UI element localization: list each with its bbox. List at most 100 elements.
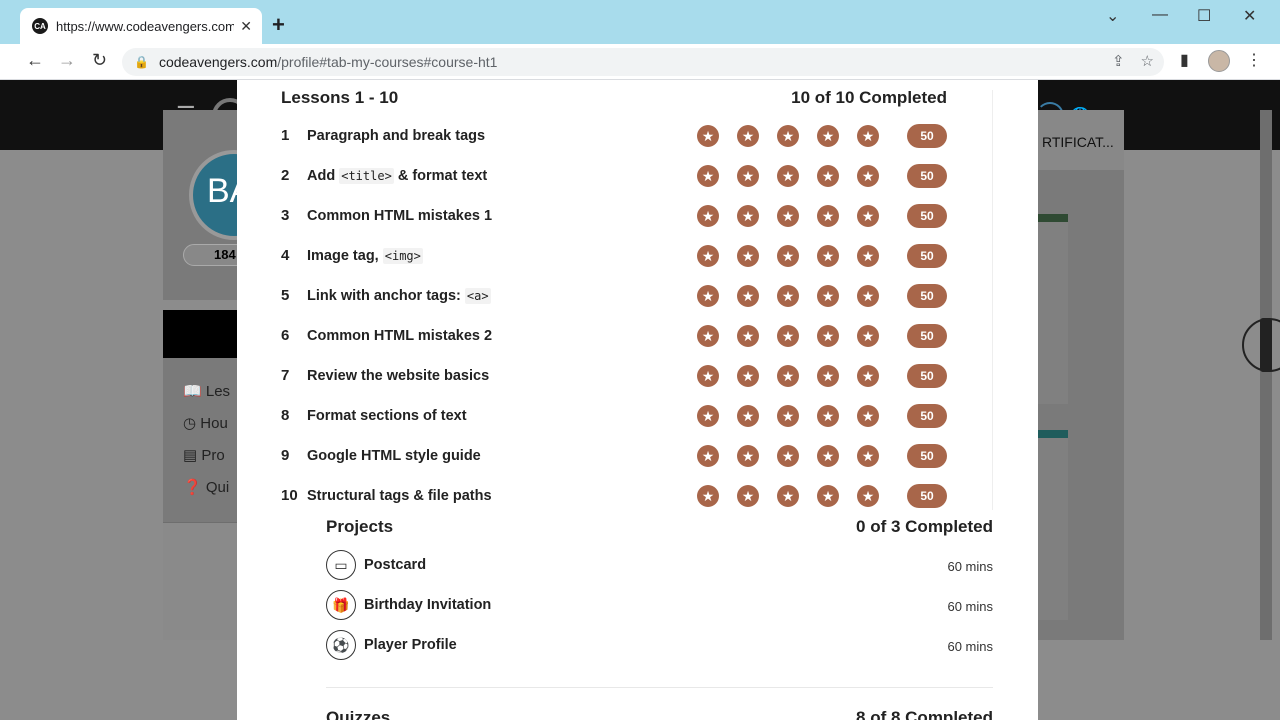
star-icon: ★ <box>777 125 799 147</box>
lesson-row[interactable]: 8 Format sections of text ★ ★ ★ ★ ★ 50 <box>281 401 949 431</box>
lesson-number: 3 <box>281 207 290 224</box>
browser-tab[interactable]: CA https://www.codeavengers.com/p ✕ <box>20 8 262 44</box>
lesson-row[interactable]: 7 Review the website basics ★ ★ ★ ★ ★ 50 <box>281 361 949 391</box>
menu-item-quizzes[interactable]: ❓ Qui <box>183 478 229 496</box>
lesson-score-badge: 50 <box>907 444 947 468</box>
lesson-title[interactable]: Format sections of text <box>307 408 467 424</box>
course-card-bar <box>1038 430 1068 438</box>
lesson-score-badge: 50 <box>907 244 947 268</box>
side-panel-icon[interactable]: ▮ <box>1180 50 1189 70</box>
lesson-title-text: Review the website basics <box>307 368 490 384</box>
menu-item-label: Qui <box>205 479 230 496</box>
divider <box>992 90 993 510</box>
section-divider <box>326 687 993 688</box>
star-icon: ★ <box>817 245 839 267</box>
forward-icon[interactable]: → <box>58 50 76 71</box>
lesson-title[interactable]: Common HTML mistakes 2 <box>307 328 492 344</box>
star-icon: ★ <box>857 445 879 467</box>
lesson-title[interactable]: Link with anchor tags: <a> <box>307 288 491 304</box>
lesson-score-badge: 50 <box>907 164 947 188</box>
url-host: codeavengers.com <box>158 54 278 70</box>
profile-avatar-icon[interactable] <box>1208 50 1230 72</box>
project-row[interactable]: ⚽ Player Profile 60 mins <box>326 630 993 662</box>
lesson-title[interactable]: Structural tags & file paths <box>307 488 492 504</box>
star-icon: ★ <box>777 365 799 387</box>
bookmark-star-icon[interactable]: ☆ <box>1141 52 1154 70</box>
reload-icon[interactable]: ↻ <box>92 50 107 71</box>
lesson-row[interactable]: 10 Structural tags & file paths ★ ★ ★ ★ ★ 50 <box>281 481 949 511</box>
tab-title: https://www.codeavengers.com/p <box>56 18 235 34</box>
star-icon: ★ <box>817 325 839 347</box>
lesson-title-text: Paragraph and break tags <box>307 128 486 144</box>
project-duration: 60 mins <box>947 639 993 654</box>
close-window-icon[interactable]: ✕ <box>1243 6 1256 26</box>
menu-item-projects[interactable]: ▤ Pro <box>183 446 225 464</box>
star-icon: ★ <box>697 485 719 507</box>
close-tab-icon[interactable]: ✕ <box>240 18 252 35</box>
project-duration: 60 mins <box>947 559 993 574</box>
profile-card-footer <box>163 522 237 640</box>
project-row[interactable]: 🎁 Birthday Invitation 60 mins <box>326 590 993 622</box>
tab-search-icon[interactable]: ⌄ <box>1106 6 1119 26</box>
lesson-title[interactable]: Google HTML style guide <box>307 448 481 464</box>
star-icon: ★ <box>857 205 879 227</box>
lesson-title-text: & format text <box>393 168 488 184</box>
star-icon: ★ <box>737 205 759 227</box>
certificates-tab[interactable]: RTIFICAT... <box>1038 110 1124 170</box>
course-card[interactable] <box>1038 430 1068 620</box>
project-name[interactable]: Player Profile <box>364 637 457 653</box>
lesson-row[interactable]: 2 Add <title> & format text ★ ★ ★ ★ ★ 50 <box>281 161 949 191</box>
lesson-score-badge: 50 <box>907 484 947 508</box>
lesson-title[interactable]: Add <title> & format text <box>307 168 487 184</box>
lesson-title-code: <img> <box>382 248 423 264</box>
lesson-stars: ★ ★ ★ ★ ★ <box>697 125 879 147</box>
back-icon[interactable]: ← <box>26 50 44 71</box>
lesson-title-text: Image tag, <box>307 248 383 264</box>
course-card[interactable] <box>1038 214 1068 404</box>
star-icon: ★ <box>737 285 759 307</box>
lesson-number: 4 <box>281 247 290 264</box>
lesson-stars: ★ ★ ★ ★ ★ <box>697 405 879 427</box>
star-icon: ★ <box>697 445 719 467</box>
star-icon: ★ <box>697 245 719 267</box>
course-detail-modal: Lessons 1 - 10 10 of 10 Completed 1 Parag… <box>237 80 1038 720</box>
lesson-stars: ★ ★ ★ ★ ★ <box>697 365 879 387</box>
lesson-row[interactable]: 1 Paragraph and break tags ★ ★ ★ ★ ★ 50 <box>281 121 949 151</box>
projects-completed: 0 of 3 Completed <box>856 517 993 536</box>
menu-item-label: Pro <box>201 447 225 464</box>
minimize-icon[interactable]: — <box>1152 6 1168 24</box>
star-icon: ★ <box>817 445 839 467</box>
lesson-title[interactable]: Image tag, <img> <box>307 248 423 264</box>
project-row[interactable]: ▭ Postcard 60 mins <box>326 550 993 582</box>
lesson-score-badge: 50 <box>907 324 947 348</box>
quizzes-heading: Quizzes <box>326 708 391 720</box>
lesson-title-text: Link with anchor tags: <box>307 288 465 304</box>
share-icon[interactable]: ⇪ <box>1112 52 1125 70</box>
lesson-row[interactable]: 6 Common HTML mistakes 2 ★ ★ ★ ★ ★ 50 <box>281 321 949 351</box>
menu-item-lessons[interactable]: 📖 Les <box>183 382 230 400</box>
lesson-stars: ★ ★ ★ ★ ★ <box>697 485 879 507</box>
lesson-title[interactable]: Review the website basics <box>307 368 489 384</box>
lesson-title[interactable]: Paragraph and break tags <box>307 128 485 144</box>
project-name[interactable]: Postcard <box>364 557 426 573</box>
lesson-title[interactable]: Common HTML mistakes 1 <box>307 208 492 224</box>
projects-heading: Projects <box>326 517 394 536</box>
profile-card: BA 184 <box>163 110 279 300</box>
address-bar[interactable]: 🔒 codeavengers.com/profile#tab-my-course… <box>122 48 1164 76</box>
lesson-row[interactable]: 9 Google HTML style guide ★ ★ ★ ★ ★ 50 <box>281 441 949 471</box>
lesson-row[interactable]: 4 Image tag, <img> ★ ★ ★ ★ ★ 50 <box>281 241 949 271</box>
lesson-row[interactable]: 5 Link with anchor tags: <a> ★ ★ ★ ★ ★ 50 <box>281 281 949 311</box>
maximize-icon[interactable]: ☐ <box>1197 6 1211 26</box>
lesson-score-badge: 50 <box>907 404 947 428</box>
site-favicon-icon: CA <box>32 18 48 34</box>
star-icon: ★ <box>777 165 799 187</box>
new-tab-button[interactable]: + <box>272 12 285 38</box>
menu-item-hours[interactable]: ◷ Hou <box>183 414 228 432</box>
browser-menu-icon[interactable]: ⋮ <box>1246 50 1262 70</box>
lesson-row[interactable]: 3 Common HTML mistakes 1 ★ ★ ★ ★ ★ 50 <box>281 201 949 231</box>
star-icon: ★ <box>737 125 759 147</box>
lessons-heading: Lessons 1 - 10 <box>281 88 399 107</box>
profile-tabs-bar <box>163 310 237 358</box>
project-name[interactable]: Birthday Invitation <box>364 597 491 613</box>
page-scrollbar[interactable] <box>1260 110 1272 640</box>
